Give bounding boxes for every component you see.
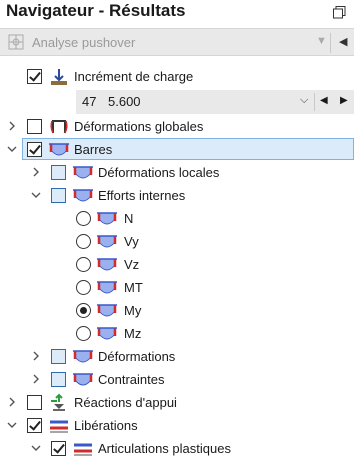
chevron-down-icon[interactable] — [5, 142, 19, 156]
tree-item-force-vy[interactable]: Vy — [0, 231, 354, 253]
force-my-label: My — [124, 303, 142, 318]
tree-item-global-deformations[interactable]: Déformations globales — [0, 116, 354, 138]
tree-item-force-mt[interactable]: MT — [0, 277, 354, 299]
force-vz-radio[interactable] — [76, 257, 91, 272]
plastic-hinges-label: Articulations plastiques — [98, 441, 231, 456]
members-checkbox[interactable] — [27, 142, 42, 157]
load-increment-select[interactable]: 47 5.600 ⌵ ◀ ▶ — [76, 90, 354, 114]
releases-label: Libérations — [74, 418, 138, 433]
support-reaction-icon — [51, 393, 65, 411]
panel-header: Navigateur - Résultats — [0, 0, 354, 26]
dock-icon[interactable] — [333, 6, 346, 19]
tree-item-deformations[interactable]: Déformations — [0, 346, 354, 368]
load-increment-label: Incrément de charge — [74, 69, 194, 84]
release-icon — [50, 420, 68, 433]
chevron-left-icon[interactable]: ◀ — [339, 35, 347, 48]
member-diagram-icon — [73, 189, 93, 202]
global-deformations-icon — [50, 120, 68, 134]
global-deformations-label: Déformations globales — [74, 119, 204, 134]
stresses-checkbox[interactable] — [51, 372, 66, 387]
force-my-radio[interactable] — [76, 303, 91, 318]
tree-item-force-n[interactable]: N — [0, 208, 354, 230]
tree-item-load-increment[interactable]: Incrément de charge — [0, 66, 354, 88]
force-vz-label: Vz — [124, 257, 140, 272]
members-label: Barres — [74, 142, 113, 157]
plastic-hinges-checkbox[interactable] — [51, 441, 66, 456]
chevron-right-icon[interactable] — [5, 395, 19, 409]
local-deformations-checkbox[interactable] — [51, 165, 66, 180]
tree-item-force-my[interactable]: My — [0, 300, 354, 322]
force-n-radio[interactable] — [76, 211, 91, 226]
deformations-label: Déformations — [98, 349, 176, 364]
support-reactions-label: Réactions d'appui — [74, 395, 177, 410]
analysis-select[interactable]: Analyse pushover ▼ ◀ — [0, 28, 354, 56]
internal-forces-checkbox[interactable] — [51, 188, 66, 203]
deformations-checkbox[interactable] — [51, 349, 66, 364]
member-diagram-icon — [97, 304, 117, 317]
force-mz-radio[interactable] — [76, 326, 91, 341]
member-diagram-icon — [73, 350, 93, 363]
releases-checkbox[interactable] — [27, 418, 42, 433]
member-diagram-icon — [97, 212, 117, 225]
stresses-label: Contraintes — [98, 372, 165, 387]
force-mt-radio[interactable] — [76, 280, 91, 295]
tree-item-releases[interactable]: Libérations — [0, 415, 354, 437]
chevron-right-icon[interactable] — [29, 372, 43, 386]
tree-item-plastic-hinges[interactable]: Articulations plastiques — [0, 438, 354, 460]
force-vy-label: Vy — [124, 234, 139, 249]
tree-item-support-reactions[interactable]: Réactions d'appui — [0, 392, 354, 414]
force-mt-label: MT — [124, 280, 143, 295]
increment-number: 47 — [82, 94, 97, 109]
panel-title: Navigateur - Résultats — [6, 1, 186, 20]
chevron-down-icon[interactable] — [29, 441, 43, 455]
load-increment-icon — [51, 69, 67, 85]
local-deformations-label: Déformations locales — [98, 165, 220, 180]
support-reactions-checkbox[interactable] — [27, 395, 42, 410]
chevron-right-icon[interactable] — [29, 165, 43, 179]
chevron-down-icon[interactable]: ⌵ — [300, 94, 308, 107]
previous-increment-button[interactable]: ◀ — [320, 95, 328, 106]
force-n-label: N — [124, 211, 134, 226]
tree-item-members[interactable]: Barres — [0, 139, 354, 161]
member-diagram-icon — [97, 327, 117, 340]
analysis-select-value: Analyse pushover — [32, 35, 136, 50]
chevron-down-icon[interactable] — [5, 418, 19, 432]
increment-value: 5.600 — [108, 94, 141, 109]
next-increment-button[interactable]: ▶ — [340, 95, 348, 106]
member-diagram-icon — [97, 281, 117, 294]
divider — [330, 33, 331, 53]
tree-item-force-mz[interactable]: Mz — [0, 323, 354, 345]
chevron-right-icon[interactable] — [5, 119, 19, 133]
chevron-right-icon[interactable] — [29, 349, 43, 363]
member-diagram-icon — [73, 166, 93, 179]
tree-item-local-deformations[interactable]: Déformations locales — [0, 162, 354, 184]
force-vy-radio[interactable] — [76, 234, 91, 249]
release-icon — [74, 443, 92, 456]
load-increment-checkbox[interactable] — [27, 69, 42, 84]
tree-item-internal-forces[interactable]: Efforts internes — [0, 185, 354, 207]
global-deformations-checkbox[interactable] — [27, 119, 42, 134]
tree-item-stresses[interactable]: Contraintes — [0, 369, 354, 391]
member-diagram-icon — [49, 143, 69, 156]
member-diagram-icon — [97, 235, 117, 248]
pushover-analysis-icon — [8, 34, 24, 50]
tree-item-force-vz[interactable]: Vz — [0, 254, 354, 276]
internal-forces-label: Efforts internes — [98, 188, 186, 203]
chevron-down-icon[interactable]: ▼ — [316, 35, 327, 47]
force-mz-label: Mz — [124, 326, 142, 341]
divider — [314, 93, 315, 111]
member-diagram-icon — [73, 373, 93, 386]
chevron-down-icon[interactable] — [29, 188, 43, 202]
member-diagram-icon — [97, 258, 117, 271]
